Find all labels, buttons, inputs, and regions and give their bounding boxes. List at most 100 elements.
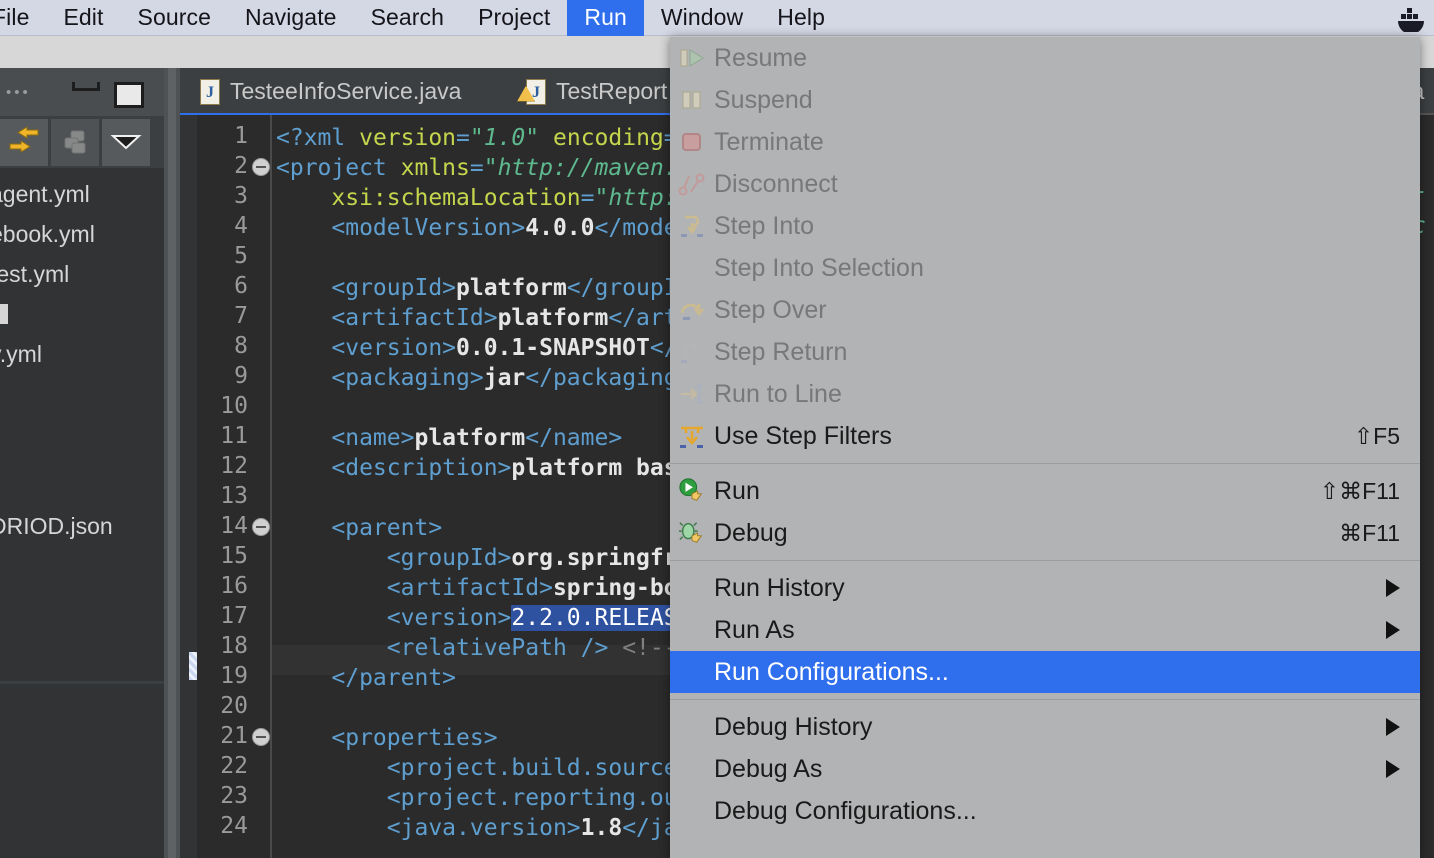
menu-item-disconnect: Disconnect xyxy=(670,163,1420,205)
menu-item-suspend: Suspend xyxy=(670,79,1420,121)
menu-item-debug-history[interactable]: Debug History xyxy=(670,706,1420,748)
code-line: <?xml version="1.0" encoding=" xyxy=(276,125,692,151)
run-dropdown-menu: Resume Suspend Terminate Disconnect Step Int… xyxy=(670,36,1420,858)
menu-item-label: Terminate xyxy=(714,127,824,156)
menu-item-step-return: Step Return xyxy=(670,331,1420,373)
menu-item-label: Debug History xyxy=(714,712,873,741)
line-number: 2 xyxy=(234,153,248,179)
disconnect-icon xyxy=(678,170,706,198)
link-with-editor-icon[interactable] xyxy=(0,118,48,166)
maximize-icon[interactable] xyxy=(114,82,144,108)
line-number: 9 xyxy=(234,363,248,389)
code-line: <project.reporting.out xyxy=(386,785,692,811)
line-number: 10 xyxy=(220,393,248,419)
left-panel-tree-second: DRIOD.json xyxy=(0,448,164,628)
minimize-icon[interactable] xyxy=(72,82,100,91)
menu-item-run-history[interactable]: Run History xyxy=(670,567,1420,609)
menu-item-run-as[interactable]: Run As xyxy=(670,609,1420,651)
menu-item-run[interactable]: Run ⇧⌘F11 xyxy=(670,470,1420,512)
annotation-ruler[interactable] xyxy=(180,115,211,858)
panel-splitter-handle[interactable] xyxy=(168,68,176,858)
editor-tab-testreport[interactable]: J TestReport xyxy=(512,68,681,115)
menu-separator xyxy=(670,463,1420,464)
menu-item-navigate[interactable]: Navigate xyxy=(228,0,354,36)
line-number: 18 xyxy=(220,633,248,659)
code-line: <modelVersion>4.0.0</model xyxy=(331,215,692,241)
tree-item-driod-json[interactable]: DRIOD.json xyxy=(0,506,164,546)
menu-item-edit[interactable]: Edit xyxy=(46,0,120,36)
code-line: <description>platform base xyxy=(331,455,692,481)
line-number: 5 xyxy=(234,243,248,269)
fold-toggle-icon[interactable] xyxy=(252,518,270,536)
docker-whale-icon[interactable] xyxy=(1396,4,1426,32)
line-number: 24 xyxy=(220,813,248,839)
fold-toggle-icon[interactable] xyxy=(252,728,270,746)
tree-item-test-yml[interactable]: test.yml xyxy=(0,254,164,294)
run-to-line-icon xyxy=(678,380,706,408)
line-number-gutter[interactable]: 1 2 3 4 5 6 7 8 9 10 11 12 13 14 15 16 17 18 19 20 21 22 23 24 xyxy=(197,115,272,858)
step-into-icon xyxy=(678,212,706,240)
menu-item-use-step-filters[interactable]: Use Step Filters ⇧F5 xyxy=(670,415,1420,457)
menu-item-project[interactable]: Project xyxy=(461,0,567,36)
menu-item-step-over: Step Over xyxy=(670,289,1420,331)
step-over-icon xyxy=(678,296,706,324)
submenu-arrow-icon xyxy=(1386,718,1400,736)
menu-item-label: Run History xyxy=(714,573,845,602)
tree-item-label: agent.yml xyxy=(0,181,90,207)
menu-item-help[interactable]: Help xyxy=(760,0,842,36)
collapse-all-icon[interactable] xyxy=(51,118,99,166)
line-number: 20 xyxy=(220,693,248,719)
menu-item-file[interactable]: File xyxy=(0,0,46,36)
code-line: <version>2.2.0.RELEASE xyxy=(386,605,692,631)
menu-item-step-into: Step Into xyxy=(670,205,1420,247)
menu-item-label: Run As xyxy=(714,615,795,644)
menu-item-source[interactable]: Source xyxy=(121,0,228,36)
code-line: <packaging>jar</packaging> xyxy=(331,365,692,391)
code-line: <groupId>platform</groupId xyxy=(331,275,692,301)
tree-item-ebook-yml[interactable]: ebook.yml xyxy=(0,214,164,254)
menu-separator xyxy=(670,699,1420,700)
line-number: 19 xyxy=(220,663,248,689)
java-file-icon: J xyxy=(517,78,546,105)
menu-item-label: Resume xyxy=(714,43,808,72)
tree-item-clipped[interactable] xyxy=(0,294,164,334)
menu-item-search[interactable]: Search xyxy=(354,0,461,36)
menu-item-shortcut: ⇧⌘F11 xyxy=(1319,477,1400,504)
menu-item-run-configurations[interactable]: Run Configurations... xyxy=(670,651,1420,693)
editor-tab-label: TestReport xyxy=(556,78,668,104)
suspend-icon xyxy=(678,86,706,114)
code-line: <groupId>org.springfra xyxy=(386,545,692,571)
tree-item-label: ebook.yml xyxy=(0,221,95,247)
left-panel-toolbar: ••• xyxy=(0,68,164,116)
run-icon xyxy=(678,477,706,505)
menu-item-label: Run to Line xyxy=(714,379,842,408)
tree-item-agent-yml[interactable]: agent.yml xyxy=(0,174,164,214)
fold-toggle-icon[interactable] xyxy=(252,158,270,176)
menu-item-label: Use Step Filters xyxy=(714,421,892,450)
left-panel-block-1 xyxy=(0,628,164,681)
left-view-panel: ••• gent.yml ebook.yml est.yml .yml DRIO… xyxy=(0,68,164,858)
code-line: <project xmlns="http://maven.a xyxy=(276,155,692,181)
menu-item-debug-configurations[interactable]: Debug Configurations... xyxy=(670,790,1420,832)
editor-tab-testeeinfoservice[interactable]: J TesteeInfoService.java xyxy=(186,68,476,115)
editor-tab-label: TesteeInfoService.java xyxy=(230,78,462,104)
line-number: 23 xyxy=(220,783,248,809)
menu-item-label: Run Configurations... xyxy=(714,657,949,686)
submenu-arrow-icon xyxy=(1386,760,1400,778)
menu-item-label: Debug xyxy=(714,518,788,547)
ellipsis-icon[interactable]: ••• xyxy=(6,85,31,100)
code-line: <parent> xyxy=(331,515,443,541)
menu-item-resume: Resume xyxy=(670,37,1420,79)
menu-item-step-into-selection: Step Into Selection xyxy=(670,247,1420,289)
menu-item-label: Run xyxy=(714,476,760,505)
view-menu-icon[interactable] xyxy=(102,118,150,166)
tree-item-y-yml[interactable]: y.yml xyxy=(0,334,164,374)
menu-item-debug-as[interactable]: Debug As xyxy=(670,748,1420,790)
menu-item-run[interactable]: Run xyxy=(567,0,644,36)
line-number: 3 xyxy=(234,183,248,209)
menu-item-debug[interactable]: Debug ⌘F11 xyxy=(670,512,1420,554)
menu-item-shortcut: ⌘F11 xyxy=(1339,519,1400,546)
menu-item-window[interactable]: Window xyxy=(644,0,760,36)
line-number: 14 xyxy=(220,513,248,539)
menu-item-label: Step Over xyxy=(714,295,827,324)
